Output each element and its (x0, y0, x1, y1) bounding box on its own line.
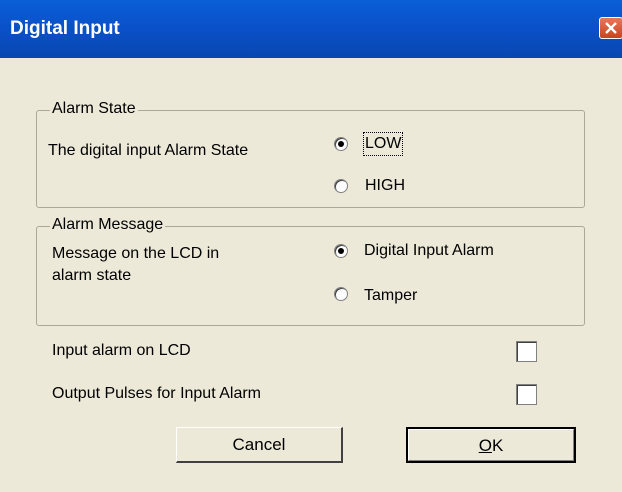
radio-tamper[interactable] (334, 287, 348, 301)
input-alarm-on-lcd-label: Input alarm on LCD (52, 342, 191, 359)
alarm-message-description-line2: alarm state (52, 267, 132, 284)
output-pulses-label: Output Pulses for Input Alarm (52, 385, 261, 402)
cancel-button-label: Cancel (232, 435, 286, 454)
alarm-state-legend: Alarm State (50, 100, 138, 118)
ok-button-label: OK (478, 436, 504, 455)
alarm-state-description: The digital input Alarm State (48, 142, 249, 159)
alarm-message-legend: Alarm Message (50, 216, 166, 234)
radio-high[interactable] (334, 179, 348, 193)
window-title: Digital Input (10, 18, 120, 39)
ok-button[interactable]: OK (406, 427, 576, 463)
radio-high-label[interactable]: HIGH (365, 175, 405, 197)
input-alarm-on-lcd-checkbox[interactable] (516, 341, 537, 362)
close-button[interactable] (599, 17, 622, 39)
alarm-message-description-line1: Message on the LCD in (52, 245, 220, 262)
title-bar: Digital Input (0, 0, 622, 58)
radio-low[interactable] (334, 137, 348, 151)
radio-tamper-label[interactable]: Tamper (364, 285, 417, 307)
dialog-body: Alarm State The digital input Alarm Stat… (0, 58, 622, 492)
output-pulses-checkbox[interactable] (516, 384, 537, 405)
radio-digital-input-alarm-label[interactable]: Digital Input Alarm (364, 240, 494, 262)
close-icon (605, 22, 617, 34)
cancel-button[interactable]: Cancel (176, 427, 343, 463)
radio-digital-input-alarm[interactable] (334, 244, 348, 258)
radio-low-label[interactable]: LOW (362, 132, 404, 156)
